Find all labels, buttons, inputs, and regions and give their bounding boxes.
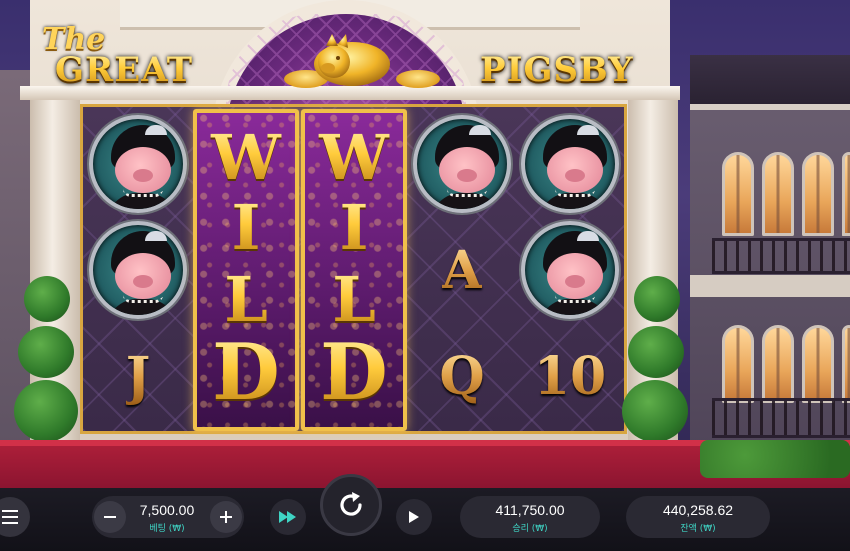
balance-label: 잔액 (₩) xyxy=(680,524,716,534)
wild-letter-l: L xyxy=(305,263,403,336)
mansion-window xyxy=(802,325,834,403)
symbol-j: J xyxy=(85,323,191,429)
win-label: 승리 (₩) xyxy=(512,524,548,534)
card-letter-a: A xyxy=(441,239,483,301)
symbol-a: A xyxy=(409,217,515,323)
golden-pig-icon xyxy=(314,34,390,86)
wild-letter-l: L xyxy=(197,263,295,336)
right-cornice xyxy=(690,275,850,297)
mansion-window xyxy=(842,325,850,403)
symbol-q: Q xyxy=(409,323,515,429)
wild-letter-i: I xyxy=(305,191,403,264)
wild-letter-d: D xyxy=(305,327,403,418)
turbo-button[interactable] xyxy=(270,499,306,535)
topiary-tree xyxy=(24,276,70,322)
bet-label: 베팅 (₩) xyxy=(149,524,185,534)
win-value: 411,750.00 xyxy=(495,502,565,518)
autoplay-button[interactable] xyxy=(396,499,432,535)
symbol-pig-lady xyxy=(85,111,191,217)
mansion-window xyxy=(722,152,754,236)
balance-value: 440,258.62 xyxy=(662,502,734,518)
symbol-pig-lady xyxy=(517,111,623,217)
wild-letter-w: W xyxy=(197,121,295,194)
reel-grid: J W I L D W I L D A Q 10 xyxy=(80,104,627,434)
card-letter-q: Q xyxy=(439,345,485,407)
hedge xyxy=(700,440,850,478)
hamburger-menu-icon xyxy=(2,510,18,524)
card-letter-j: J xyxy=(125,345,151,407)
game-scene: The GREAT PIGSBY J W I L D W I L D A Q 1… xyxy=(0,0,850,488)
symbol-pig-lady xyxy=(517,217,623,323)
logo-great: GREAT xyxy=(55,50,194,90)
topiary-tree xyxy=(14,380,78,442)
topiary-tree xyxy=(628,326,684,378)
balcony-railing xyxy=(712,238,850,274)
topiary-tree xyxy=(634,276,680,322)
symbol-pig-lady xyxy=(85,217,191,323)
spin-button[interactable] xyxy=(320,474,382,536)
right-roof xyxy=(690,55,850,110)
mansion-window xyxy=(842,152,850,236)
fast-forward-icon xyxy=(279,511,296,523)
card-number-10: 10 xyxy=(533,345,607,407)
plus-icon xyxy=(220,511,232,523)
increase-bet-button[interactable] xyxy=(210,501,242,533)
wild-reel-3: W I L D xyxy=(301,109,407,431)
wild-letter-d: D xyxy=(197,327,295,418)
wild-letter-i: I xyxy=(197,191,295,264)
mansion-window xyxy=(762,325,794,403)
wild-letter-w: W xyxy=(305,121,403,194)
gold-coins xyxy=(396,70,440,88)
mansion-window xyxy=(762,152,794,236)
topiary-tree xyxy=(18,326,74,378)
decrease-bet-button[interactable] xyxy=(94,501,126,533)
logo-pigsby: PIGSBY xyxy=(480,50,634,90)
mansion-window xyxy=(722,325,754,403)
balcony-railing xyxy=(712,398,850,438)
symbol-10: 10 xyxy=(517,323,623,429)
mansion-window xyxy=(802,152,834,236)
wild-reel-2: W I L D xyxy=(193,109,299,431)
play-icon xyxy=(409,511,419,523)
symbol-pig-lady xyxy=(409,111,515,217)
spin-arrow-icon xyxy=(340,492,362,516)
topiary-tree xyxy=(622,380,688,442)
minus-icon xyxy=(104,516,116,518)
bet-value: 7,500.00 xyxy=(139,502,195,518)
